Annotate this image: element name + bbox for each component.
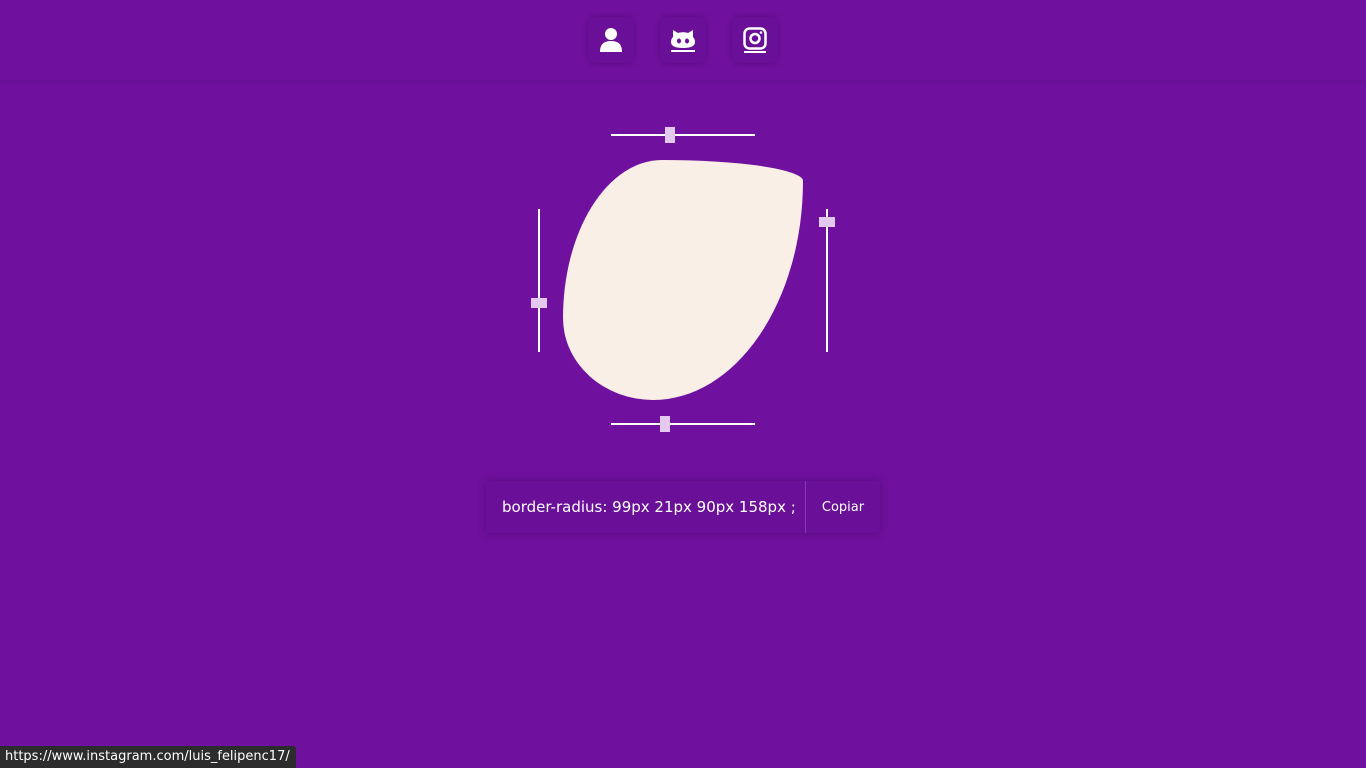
border-radius-preview-shape [563,160,803,400]
css-output-text: border-radius: 99px 21px 90px 158px ; [502,498,796,516]
top-radius-slider[interactable] [611,127,755,143]
copy-button[interactable]: Copiar [805,481,880,533]
github-link[interactable] [660,17,706,63]
top-navigation-bar [0,0,1366,81]
bottom-radius-slider[interactable] [611,416,755,432]
user-icon [599,27,623,53]
bottom-radius-slider-thumb[interactable] [660,416,670,432]
right-radius-slider[interactable] [819,209,835,352]
instagram-link[interactable] [732,17,778,63]
status-bar-url: https://www.instagram.com/luis_felipenc1… [0,746,296,768]
right-radius-slider-thumb[interactable] [819,216,835,227]
instagram-icon [743,27,767,53]
left-radius-slider[interactable] [531,209,547,352]
css-output-box: border-radius: 99px 21px 90px 158px ; Co… [486,481,880,533]
profile-link[interactable] [588,17,634,63]
top-radius-slider-thumb[interactable] [665,127,676,143]
left-radius-slider-thumb[interactable] [531,298,547,309]
github-icon [670,28,696,52]
